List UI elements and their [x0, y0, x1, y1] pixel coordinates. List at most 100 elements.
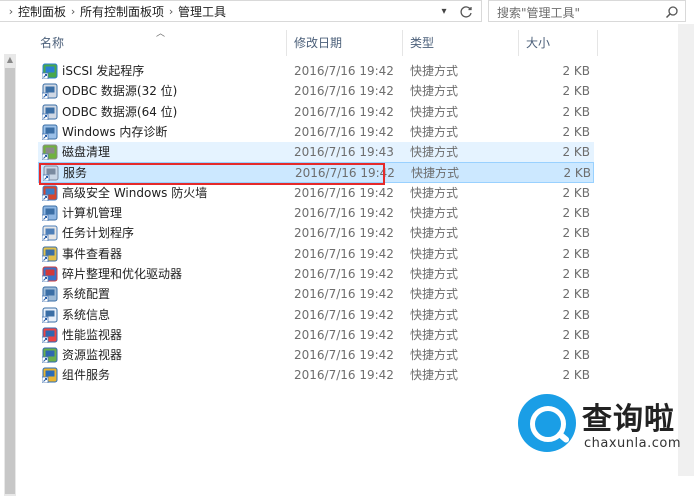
file-name: 系统信息	[62, 307, 111, 322]
file-size: 2 KB	[562, 104, 590, 119]
iscsi-icon	[42, 63, 58, 79]
file-date: 2016/7/16 19:42	[294, 327, 394, 342]
column-type[interactable]: 类型	[402, 30, 518, 56]
file-size: 2 KB	[562, 307, 590, 322]
odbc-icon	[42, 104, 58, 120]
scroll-up-icon[interactable]: ▲	[4, 54, 16, 66]
file-row[interactable]: 磁盘清理 2016/7/16 19:43 快捷方式 2 KB	[38, 142, 594, 163]
file-type: 快捷方式	[410, 64, 459, 78]
file-size: 2 KB	[562, 348, 590, 363]
file-name: 资源监视器	[62, 348, 123, 363]
file-row[interactable]: 组件服务 2016/7/16 19:42 快捷方式 2 KB	[38, 365, 594, 385]
file-date: 2016/7/16 19:42	[294, 287, 394, 302]
file-type: 快捷方式	[410, 368, 459, 383]
search-input[interactable]: 搜索"管理工具"	[488, 0, 686, 22]
file-date: 2016/7/16 19:42	[294, 348, 394, 363]
file-date: 2016/7/16 19:42	[294, 185, 394, 200]
file-date: 2016/7/16 19:42	[294, 64, 394, 78]
computer-management-icon	[42, 205, 58, 222]
chevron-down-icon[interactable]: ▾	[438, 6, 450, 18]
file-name: 碎片整理和优化驱动器	[62, 266, 183, 281]
system-info-icon	[42, 307, 58, 323]
file-name: 高级安全 Windows 防火墙	[62, 185, 208, 200]
file-type: 快捷方式	[410, 124, 459, 139]
file-row[interactable]: 计算机管理 2016/7/16 19:42 快捷方式 2 KB	[38, 203, 594, 223]
file-size: 2 KB	[562, 84, 590, 99]
search-icon[interactable]	[665, 5, 679, 19]
file-size: 2 KB	[562, 246, 590, 261]
file-name: ODBC 数据源(32 位)	[62, 84, 178, 99]
file-date: 2016/7/16 19:43	[294, 145, 394, 160]
file-list: iSCSI 发起程序 2016/7/16 19:42 快捷方式 2 KB ODBC 数据…	[38, 61, 594, 386]
file-name: iSCSI 发起程序	[62, 64, 145, 78]
event-viewer-icon	[42, 246, 58, 262]
file-date: 2016/7/16 19:42	[294, 266, 394, 281]
file-size: 2 KB	[562, 206, 590, 221]
file-type: 快捷方式	[410, 104, 459, 119]
file-type: 快捷方式	[410, 246, 459, 261]
file-size: 2 KB	[562, 145, 590, 160]
chevron-right-icon[interactable]: ›	[164, 5, 178, 18]
file-row[interactable]: ODBC 数据源(64 位) 2016/7/16 19:42 快捷方式 2 KB	[38, 102, 594, 122]
column-date[interactable]: 修改日期	[286, 30, 402, 56]
file-size: 2 KB	[562, 266, 590, 281]
file-size: 2 KB	[562, 185, 590, 200]
column-name[interactable]: 名称	[32, 30, 286, 56]
file-type: 快捷方式	[410, 145, 459, 160]
magnifier-logo-icon	[518, 394, 576, 452]
file-name: 计算机管理	[62, 206, 123, 221]
file-size: 2 KB	[562, 287, 590, 302]
column-header: ︿ 名称 修改日期 类型 大小	[32, 29, 598, 56]
breadcrumb-admin-tools[interactable]: 管理工具	[178, 3, 226, 20]
file-date: 2016/7/16 19:42	[294, 368, 394, 383]
breadcrumb-all-items[interactable]: 所有控制面板项	[80, 3, 164, 20]
watermark-url: chaxunla.com	[584, 436, 681, 451]
memory-diagnostic-icon	[42, 124, 58, 140]
file-type: 快捷方式	[410, 327, 459, 342]
file-row[interactable]: Windows 内存诊断 2016/7/16 19:42 快捷方式 2 KB	[38, 122, 594, 142]
file-date: 2016/7/16 19:42	[294, 307, 394, 322]
file-row[interactable]: iSCSI 发起程序 2016/7/16 19:42 快捷方式 2 KB	[38, 61, 594, 81]
file-row[interactable]: ODBC 数据源(32 位) 2016/7/16 19:42 快捷方式 2 KB	[38, 81, 594, 101]
address-bar-area: › 控制面板 › 所有控制面板项 › 管理工具 ▾ 搜索"管理工具"	[0, 0, 694, 24]
file-row[interactable]: 任务计划程序 2016/7/16 19:42 快捷方式 2 KB	[38, 223, 594, 243]
file-name: 磁盘清理	[62, 145, 111, 160]
highlight-annotation	[39, 163, 385, 185]
firewall-icon	[42, 185, 58, 201]
file-size: 2 KB	[562, 226, 590, 241]
odbc-icon	[42, 83, 58, 100]
defrag-icon	[42, 266, 58, 282]
file-date: 2016/7/16 19:42	[294, 124, 394, 139]
refresh-icon[interactable]	[458, 4, 474, 20]
file-row[interactable]: 性能监视器 2016/7/16 19:42 快捷方式 2 KB	[38, 325, 594, 345]
breadcrumb-control-panel[interactable]: 控制面板	[18, 3, 66, 20]
file-date: 2016/7/16 19:42	[294, 84, 394, 99]
task-scheduler-icon	[42, 225, 58, 242]
file-date: 2016/7/16 19:42	[294, 226, 394, 241]
file-size: 2 KB	[562, 124, 590, 139]
column-divider[interactable]	[597, 30, 598, 56]
search-placeholder: 搜索"管理工具"	[497, 6, 581, 20]
chevron-right-icon[interactable]: ›	[4, 5, 18, 18]
file-date: 2016/7/16 19:42	[294, 246, 394, 261]
file-row[interactable]: 事件查看器 2016/7/16 19:42 快捷方式 2 KB	[38, 244, 594, 264]
file-name: 系统配置	[62, 287, 111, 302]
file-row[interactable]: 资源监视器 2016/7/16 19:42 快捷方式 2 KB	[38, 345, 594, 365]
address-bar[interactable]: › 控制面板 › 所有控制面板项 › 管理工具 ▾	[0, 0, 482, 22]
watermark-logo: 查询啦 chaxunla.com	[518, 394, 688, 462]
file-name: 任务计划程序	[62, 226, 135, 241]
file-row[interactable]: 碎片整理和优化驱动器 2016/7/16 19:42 快捷方式 2 KB	[38, 264, 594, 284]
file-name: ODBC 数据源(64 位)	[62, 104, 178, 119]
file-size: 2 KB	[562, 368, 590, 383]
file-row[interactable]: 系统信息 2016/7/16 19:42 快捷方式 2 KB	[38, 305, 594, 325]
chevron-right-icon[interactable]: ›	[66, 5, 80, 18]
disk-cleanup-icon	[42, 144, 58, 161]
file-type: 快捷方式	[411, 166, 460, 181]
column-size[interactable]: 大小	[518, 30, 598, 56]
navigation-pane: ▲	[0, 24, 20, 496]
resource-monitor-icon	[42, 347, 58, 364]
file-row[interactable]: 高级安全 Windows 防火墙 2016/7/16 19:42 快捷方式 2 KB	[38, 183, 594, 203]
file-type: 快捷方式	[410, 287, 459, 302]
file-row[interactable]: 系统配置 2016/7/16 19:42 快捷方式 2 KB	[38, 284, 594, 304]
nav-scrollbar-thumb[interactable]	[5, 68, 15, 494]
